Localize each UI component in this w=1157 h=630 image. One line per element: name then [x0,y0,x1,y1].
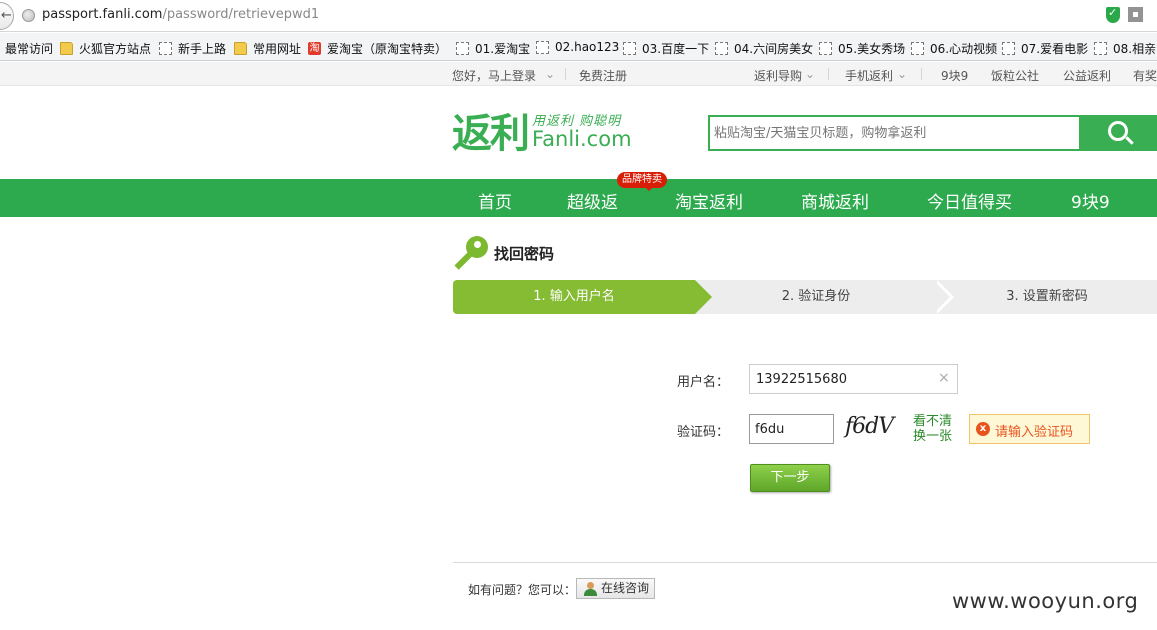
footer-divider [453,562,1157,563]
bookmark-aitaobao-sale[interactable]: 淘爱淘宝（原淘宝特卖） [308,40,447,57]
username-field-wrapper: × [749,364,958,394]
nine-yuan-link[interactable]: 9块9 [941,67,968,84]
bookmark-getting-started[interactable]: 新手上路 [159,40,226,57]
qr-code-icon[interactable] [1128,7,1143,22]
bookmark-common-sites[interactable]: 常用网址 [234,40,301,57]
step-3: 3. 设置新密码 [937,280,1157,314]
captcha-input[interactable] [750,415,833,443]
search-input[interactable] [710,117,1079,149]
error-icon: x [976,422,990,436]
folder-icon [60,42,73,55]
next-step-button[interactable]: 下一步 [750,464,830,492]
bookmark-most-visited[interactable]: 最常访问 [5,40,53,57]
bookmark-firefox-site[interactable]: 火狐官方站点 [60,40,151,57]
url-domain: passport.fanli.com [42,7,163,22]
page-icon [1002,42,1015,55]
key-icon [452,236,488,270]
page-icon [159,42,172,55]
page-icon [715,42,728,55]
page-icon [1094,42,1107,55]
captcha-label: 验证码： [677,425,730,440]
promo-badge: 品牌特卖 [617,172,667,191]
nav-taobao-rebate[interactable]: 淘宝返利 [675,188,743,213]
mobile-menu[interactable]: 手机返利 [845,67,893,84]
bookmark-07[interactable]: 07.爱看电影 [1002,40,1088,57]
watermark: www.wooyun.org [952,589,1139,613]
error-text: 请输入验证码 [995,425,1074,440]
divider [921,68,922,80]
username-input[interactable] [750,365,930,393]
progress-steps: 2. 验证身份 3. 设置新密码 1. 输入用户名 [453,280,1157,314]
captcha-image[interactable]: f6dV [845,414,907,444]
clear-icon[interactable]: × [938,370,950,386]
step-2: 2. 验证身份 [695,280,937,314]
community-link[interactable]: 饭粒公社 [991,67,1039,84]
divider [828,68,829,80]
back-button[interactable]: ← [0,2,14,30]
online-consult-button[interactable]: 在线咨询 [576,578,655,599]
bookmark-06[interactable]: 06.心动视频 [911,40,997,57]
nav-super-rebate[interactable]: 超级返 [567,188,618,213]
bookmark-01[interactable]: 01.爱淘宝 [456,40,530,57]
guide-menu[interactable]: 返利导购 [754,67,802,84]
globe-icon [22,9,35,22]
chevron-down-icon: ⌄ [897,67,908,81]
chevron-down-icon: ⌄ [805,67,816,81]
nav-today-deals[interactable]: 今日值得买 [927,188,1012,213]
divider [565,68,566,80]
captcha-field-wrapper [749,414,834,444]
folder-icon [234,42,247,55]
bookmark-02[interactable]: 02.hao123 [536,40,619,54]
bookmark-03[interactable]: 03.百度一下 [623,40,709,57]
login-chevron-icon: ⌄ [545,67,556,81]
charity-link[interactable]: 公益返利 [1063,67,1111,84]
bookmarks-bar: 最常访问 火狐官方站点 新手上路 常用网址 淘爱淘宝（原淘宝特卖） 01.爱淘宝… [0,33,1157,61]
main-nav: 首页 超级返 淘宝返利 商城返利 今日值得买 9块9 [0,179,1157,217]
taobao-icon: 淘 [308,42,321,55]
step-1-active: 1. 输入用户名 [453,280,712,314]
address-field[interactable]: passport.fanli.com/password/retrievepwd1 [42,7,319,22]
page-icon [819,42,832,55]
page-icon [623,42,636,55]
page-icon [911,42,924,55]
refresh-captcha-link[interactable]: 看不清 换一张 [913,414,959,444]
page-icon [536,40,549,54]
bookmark-04[interactable]: 04.六间房美女 [715,40,813,57]
browser-url-bar: ← passport.fanli.com/password/retrievepw… [0,0,1157,32]
site-top-nav: 您好，马上登录 ⌄ 免费注册 返利导购 ⌄ 手机返利 ⌄ 9块9 饭粒公社 公益… [0,62,1157,86]
url-path: /password/retrievepwd1 [162,7,320,22]
username-label: 用户名： [677,375,730,390]
search-box [708,115,1081,151]
nav-nine-yuan[interactable]: 9块9 [1071,188,1110,213]
more-link[interactable]: 有奖 [1133,67,1157,84]
nav-home[interactable]: 首页 [478,188,512,213]
back-arrow-icon: ← [1,8,12,23]
shield-icon[interactable] [1106,6,1120,23]
bookmark-08[interactable]: 08.相亲 [1094,40,1156,57]
logo-main-text: 返利 [452,110,530,157]
login-link[interactable]: 您好，马上登录 [452,67,536,84]
register-link[interactable]: 免费注册 [579,67,627,84]
help-text: 如有问题？您可以： [468,583,577,597]
fanli-logo[interactable]: 返利 用返利 购聪明 Fanli.com [452,104,632,157]
page-title: 找回密码 [494,245,555,263]
search-button[interactable] [1081,115,1157,151]
logo-domain: Fanli.com [532,126,632,151]
captcha-error-tip: x 请输入验证码 [969,414,1090,444]
page-icon [456,42,469,55]
bookmark-05[interactable]: 05.美女秀场 [819,40,905,57]
nav-mall-rebate[interactable]: 商城返利 [801,188,869,213]
person-icon [584,582,597,596]
